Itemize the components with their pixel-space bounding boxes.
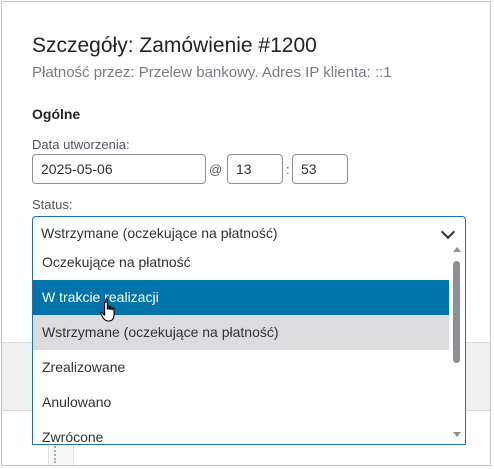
status-option-pending[interactable]: Oczekujące na płatność xyxy=(33,245,450,280)
dropdown-scrollbar[interactable] xyxy=(449,245,465,444)
status-label: Status: xyxy=(32,197,73,212)
status-select[interactable]: Wstrzymane (oczekujące na płatność) xyxy=(32,216,466,248)
scroll-up-arrow-icon[interactable] xyxy=(453,247,461,252)
date-created-label: Data utworzenia: xyxy=(32,137,130,152)
general-section-heading: Ogólne xyxy=(32,106,81,122)
colon-separator: : xyxy=(286,162,290,177)
status-option-on-hold[interactable]: Wstrzymane (oczekujące na płatność) xyxy=(33,315,450,350)
status-option-cancelled[interactable]: Anulowano xyxy=(33,385,450,420)
status-select-value: Wstrzymane (oczekujące na płatność) xyxy=(41,225,278,241)
chevron-down-icon[interactable] xyxy=(440,224,456,240)
order-details-panel: Szczegóły: Zamówienie #1200 Płatność prz… xyxy=(1,1,491,466)
hand-pointer-icon xyxy=(100,298,115,322)
status-option-refunded[interactable]: Zwrócone xyxy=(33,420,450,444)
scroll-down-arrow-icon[interactable] xyxy=(453,432,461,437)
at-separator: @ xyxy=(209,162,223,177)
payment-subtitle: Płatność przez: Przelew bankowy. Adres I… xyxy=(32,64,392,81)
drag-dots-icon xyxy=(54,443,57,463)
scrollbar-thumb[interactable] xyxy=(453,261,460,363)
date-created-input[interactable]: 2025-05-06 xyxy=(32,154,206,184)
status-option-completed[interactable]: Zrealizowane xyxy=(33,350,450,385)
status-dropdown-list[interactable]: Oczekujące na płatność W trakcie realiza… xyxy=(32,245,466,445)
status-option-processing[interactable]: W trakcie realizacji xyxy=(33,280,450,315)
minute-input[interactable]: 53 xyxy=(292,154,348,184)
page-title: Szczegóły: Zamówienie #1200 xyxy=(32,34,317,57)
hour-input[interactable]: 13 xyxy=(227,154,283,184)
